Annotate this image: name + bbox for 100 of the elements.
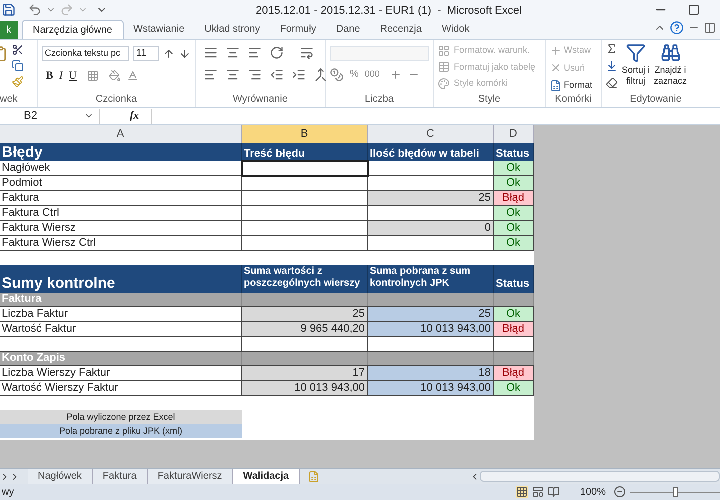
cells-menu-label[interactable]: Format [564,79,593,92]
table-cell[interactable] [242,337,368,352]
align-left-icon[interactable] [204,68,218,82]
table-cell[interactable]: 18 [368,366,494,381]
fill-icon[interactable] [606,60,618,72]
table-cell[interactable] [242,221,368,236]
find-select-button[interactable]: Znajdź i zaznacz [654,43,688,89]
file-tab[interactable]: k [0,21,18,39]
table-cell[interactable]: Ok [494,161,534,176]
name-box[interactable]: B2 [0,108,100,124]
font-name-field[interactable]: Czcionka tekstu pc [42,46,130,61]
percent-button[interactable]: % [350,67,359,82]
wrap-text-icon[interactable] [300,46,314,60]
borders-icon[interactable] [86,70,99,82]
fill-color-icon[interactable] [108,70,121,82]
horizontal-scrollbar[interactable] [480,471,720,482]
undo-icon[interactable] [28,3,42,17]
table-cell[interactable] [368,206,494,221]
table-cell[interactable] [242,176,368,191]
table-cell[interactable]: Ok [494,381,534,396]
sheet-tab[interactable]: Faktura [92,469,148,484]
table-cell[interactable]: Faktura Ctrl [0,206,242,221]
table-cell[interactable]: Wartość Faktur [0,322,242,337]
table-cell[interactable] [242,206,368,221]
table-cell[interactable]: Ok [494,176,534,191]
ribbon-tab[interactable]: Widok [432,20,480,39]
format-button[interactable]: I [59,68,64,84]
table-cell[interactable]: Liczba Faktur [0,307,242,322]
currency-icon[interactable] [330,68,344,82]
sheet-tab[interactable]: Nagłówek [28,469,93,484]
ribbon-tab[interactable]: Układ strony [194,20,270,39]
ribbon-tab[interactable]: Dane [326,20,370,39]
normal-view-icon[interactable] [516,486,528,498]
number-format-field[interactable] [330,46,429,61]
column-header[interactable]: C [368,125,494,143]
table-cell[interactable] [242,161,368,176]
ribbon-tab[interactable]: Recenzja [370,20,432,39]
table-cell[interactable]: Nagłówek [0,161,242,176]
thousands-button[interactable]: 000 [364,68,380,82]
ribbon-tab[interactable]: Formuły [270,20,326,39]
align-top-icon[interactable] [204,46,218,60]
align-bottom-icon[interactable] [248,46,262,60]
table-cell[interactable]: Faktura [0,191,242,206]
increase-decimal-icon[interactable] [390,68,402,80]
copy-icon[interactable] [12,60,24,72]
zoom-slider[interactable] [630,487,720,497]
ribbon-tab[interactable]: Narzędzia główne [22,20,124,39]
font-size-field[interactable]: 11 [133,46,160,61]
table-cell[interactable]: Błąd [494,322,534,337]
table-cell[interactable] [368,236,494,251]
table-cell[interactable] [242,236,368,251]
sheet-tab[interactable]: FakturaWiersz [148,469,234,484]
table-cell[interactable]: 9 965 440,20 [242,322,368,337]
eraser-icon[interactable] [606,77,618,89]
table-cell[interactable] [494,337,534,352]
autosum-icon[interactable] [606,43,618,55]
align-middle-icon[interactable] [226,46,240,60]
table-cell[interactable]: Faktura Wiersz Ctrl [0,236,242,251]
table-cell[interactable]: 10 013 943,00 [368,322,494,337]
ribbon-tab[interactable]: Wstawianie [124,20,195,39]
format-button[interactable]: U [69,68,77,84]
shrink-font-icon[interactable] [179,48,191,60]
indent-increase-icon[interactable] [292,68,306,82]
sheet-tab[interactable]: Walidacja [233,469,300,484]
table-cell[interactable]: 25 [242,307,368,322]
page-break-icon[interactable] [548,486,560,498]
table-cell[interactable] [0,337,242,352]
column-header[interactable]: A [0,125,242,143]
table-cell[interactable]: Liczba Wierszy Faktur [0,366,242,381]
table-cell[interactable]: 25 [368,191,494,206]
sort-filter-button[interactable]: Sortuj i filtruj [622,43,650,89]
indent-decrease-icon[interactable] [270,68,284,82]
help-icon[interactable] [670,21,684,35]
table-cell[interactable]: Wartość Wierszy Faktur [0,381,242,396]
format-button[interactable]: B [46,68,54,84]
font-color-icon[interactable] [126,70,139,82]
maximize-icon[interactable] [688,4,700,16]
restore-icon[interactable] [704,22,716,34]
orientation-icon[interactable] [270,46,284,60]
table-cell[interactable]: Faktura Wiersz [0,221,242,236]
table-cell[interactable]: 0 [368,221,494,236]
table-cell[interactable] [368,176,494,191]
save-icon[interactable] [2,3,16,17]
table-cell[interactable]: Ok [494,307,534,322]
zoom-out-icon[interactable] [614,486,626,498]
table-cell[interactable]: Błąd [494,366,534,381]
table-cell[interactable]: Błąd [494,191,534,206]
table-cell[interactable]: 17 [242,366,368,381]
table-cell[interactable] [368,161,494,176]
grow-font-icon[interactable] [163,48,176,60]
page-layout-icon[interactable] [532,486,544,498]
table-cell[interactable]: Ok [494,221,534,236]
align-right-icon[interactable] [248,68,262,82]
column-header[interactable]: B [242,125,368,143]
table-cell[interactable]: 25 [368,307,494,322]
align-center-icon[interactable] [226,68,240,82]
table-cell[interactable]: 10 013 943,00 [242,381,368,396]
column-header[interactable]: D [494,125,534,143]
function-label[interactable]: fx [130,108,140,124]
table-cell[interactable]: Ok [494,236,534,251]
